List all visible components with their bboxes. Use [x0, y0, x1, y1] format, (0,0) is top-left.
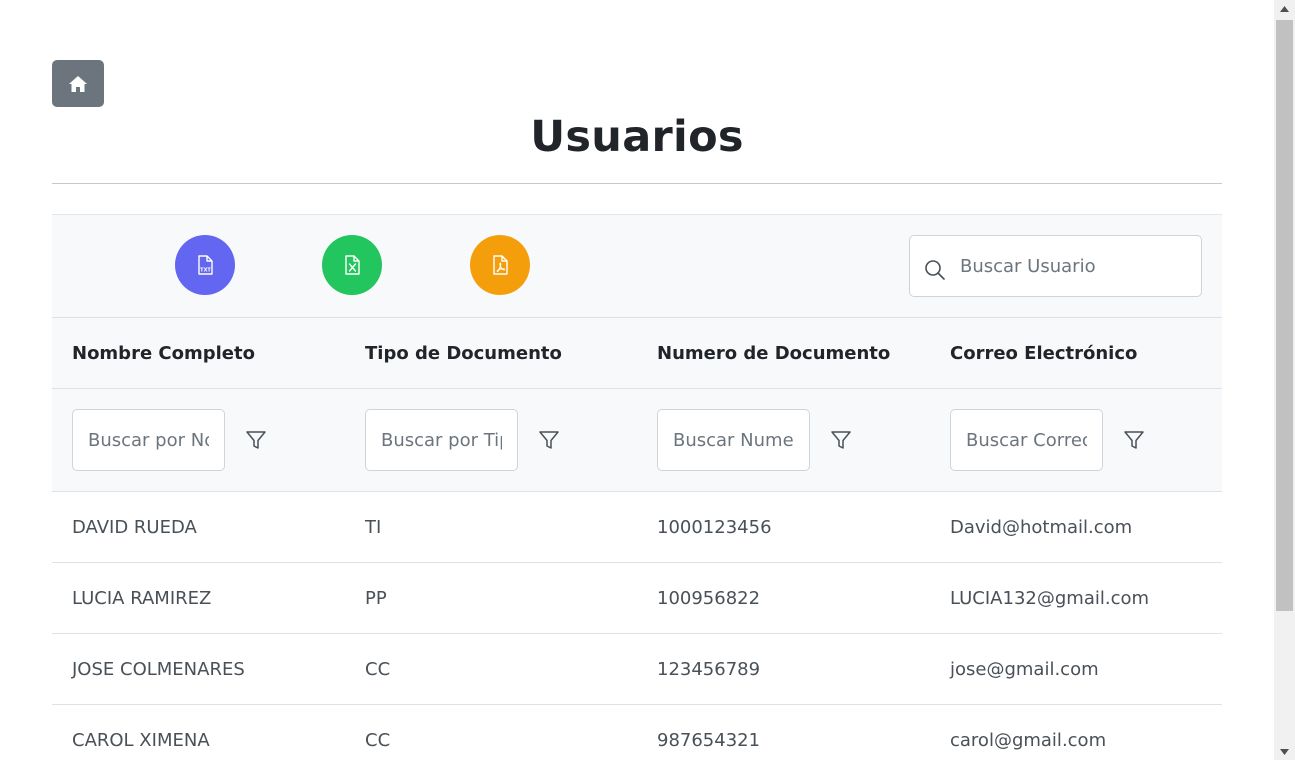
funnel-icon [1124, 431, 1144, 449]
cell-numero-documento: 987654321 [657, 730, 761, 751]
global-search-input[interactable] [960, 236, 1195, 296]
column-header-nombre[interactable]: Nombre Completo [72, 318, 255, 389]
cell-nombre: LUCIA RAMIREZ [72, 588, 212, 609]
pdf-file-icon [493, 255, 508, 275]
export-excel-button[interactable] [322, 235, 382, 295]
cell-tipo-documento: CC [365, 659, 391, 680]
scroll-down-button[interactable] [1274, 743, 1295, 760]
filter-tipo-documento-button[interactable] [535, 426, 563, 454]
home-button[interactable] [52, 60, 104, 107]
funnel-icon [831, 431, 851, 449]
excel-file-icon [345, 255, 360, 275]
txt-icon-label: TXT [200, 268, 211, 274]
cell-numero-documento: 123456789 [657, 659, 761, 680]
cell-numero-documento: 1000123456 [657, 517, 772, 538]
cell-correo: LUCIA132@gmail.com [950, 588, 1150, 609]
triangle-up-icon [1280, 5, 1289, 12]
cell-tipo-documento: PP [365, 588, 387, 609]
funnel-icon [539, 431, 559, 449]
cell-correo: jose@gmail.com [950, 659, 1099, 680]
funnel-icon [246, 431, 266, 449]
vertical-scrollbar[interactable] [1274, 0, 1295, 760]
cell-correo: David@hotmail.com [950, 517, 1133, 538]
page: Usuarios TXT Buscar Usuario Nombre Compl… [0, 0, 1274, 760]
table-row[interactable]: CAROL XIMENA CC 987654321 carol@gmail.co… [52, 705, 1222, 760]
filter-correo-input[interactable] [950, 409, 1103, 471]
table-row[interactable]: DAVID RUEDA TI 1000123456 David@hotmail.… [52, 492, 1222, 563]
table-filter-row [52, 389, 1222, 492]
export-txt-button[interactable]: TXT [175, 235, 235, 295]
cell-correo: carol@gmail.com [950, 730, 1107, 751]
filter-tipo-documento-input[interactable] [365, 409, 518, 471]
filter-nombre-input[interactable] [72, 409, 225, 471]
filter-nombre-button[interactable] [242, 426, 270, 454]
cell-nombre: JOSE COLMENARES [72, 659, 245, 680]
column-header-numero-documento[interactable]: Numero de Documento [657, 318, 890, 389]
filter-numero-documento-button[interactable] [827, 426, 855, 454]
global-search-box [909, 235, 1202, 297]
scroll-thumb[interactable] [1276, 20, 1293, 611]
filter-numero-documento-input[interactable] [657, 409, 810, 471]
filter-correo-button[interactable] [1120, 426, 1148, 454]
title-divider [52, 183, 1222, 184]
scroll-up-button[interactable] [1274, 0, 1295, 17]
cell-nombre: DAVID RUEDA [72, 517, 197, 538]
cell-numero-documento: 100956822 [657, 588, 761, 609]
column-header-correo[interactable]: Correo Electrónico [950, 318, 1137, 389]
txt-file-icon: TXT [198, 255, 213, 275]
export-pdf-button[interactable] [470, 235, 530, 295]
table-row[interactable]: JOSE COLMENARES CC 123456789 jose@gmail.… [52, 634, 1222, 705]
cell-nombre: CAROL XIMENA [72, 730, 210, 751]
table-header-row: Nombre Completo Tipo de Documento Numero… [52, 318, 1222, 389]
cell-tipo-documento: TI [365, 517, 382, 538]
users-table: TXT Buscar Usuario Nombre Completo Tipo … [52, 214, 1222, 760]
table-toolbar: TXT [52, 215, 1222, 318]
triangle-down-icon [1280, 748, 1289, 755]
search-icon [923, 258, 947, 282]
page-title: Usuarios [530, 112, 744, 162]
column-header-tipo-documento[interactable]: Tipo de Documento [365, 318, 562, 389]
home-icon [69, 75, 87, 92]
table-row[interactable]: LUCIA RAMIREZ PP 100956822 LUCIA132@gmai… [52, 563, 1222, 634]
cell-tipo-documento: CC [365, 730, 391, 751]
